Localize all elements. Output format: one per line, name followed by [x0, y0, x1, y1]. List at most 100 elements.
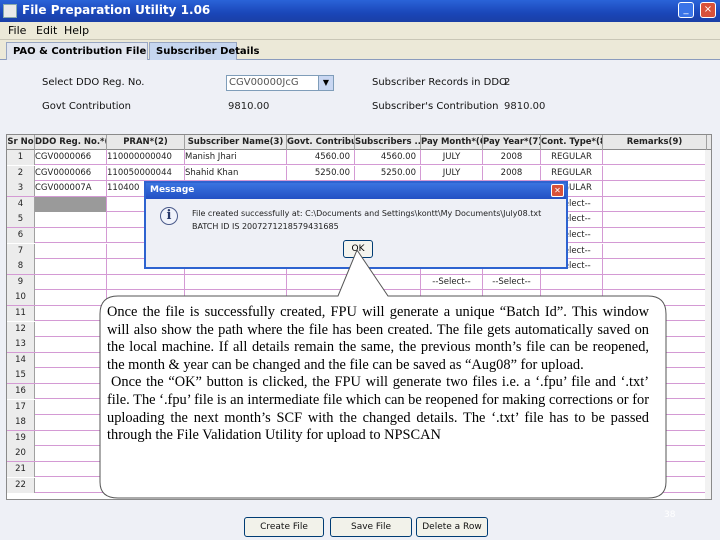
chevron-down-icon[interactable]: ▼	[318, 76, 333, 90]
table-cell[interactable]	[355, 274, 421, 290]
table-cell[interactable]	[603, 165, 707, 181]
dialog-close-icon[interactable]: ✕	[551, 184, 564, 197]
table-cell[interactable]: 110050000044	[107, 165, 185, 181]
table-cell[interactable]	[35, 415, 107, 431]
minimize-button[interactable]: _	[678, 2, 694, 18]
table-cell[interactable]: Shahid Khan	[185, 165, 287, 181]
column-header[interactable]: DDO Reg. No.*(1)	[35, 135, 107, 150]
table-cell[interactable]	[35, 446, 107, 462]
table-cell[interactable]	[603, 274, 707, 290]
subscriber-form: Select DDO Reg. No. CGV00000JcG ▼ Govt C…	[0, 61, 720, 131]
table-cell[interactable]: --Select--	[421, 274, 483, 290]
table-cell[interactable]	[603, 150, 707, 165]
table-cell[interactable]: CGV000007A	[35, 181, 107, 197]
menu-file[interactable]: File	[8, 24, 26, 37]
column-header[interactable]: Subscribers ...	[355, 135, 421, 150]
table-cell[interactable]	[35, 274, 107, 290]
table-cell[interactable]	[35, 290, 107, 306]
close-button[interactable]: ×	[700, 2, 716, 18]
menu-edit[interactable]: Edit	[36, 24, 57, 37]
table-cell[interactable]: REGULAR	[541, 150, 603, 165]
column-header[interactable]: Cont. Type*(8)	[541, 135, 603, 150]
table-cell[interactable]: CGV0000066	[35, 150, 107, 165]
delete-row-button[interactable]: Delete a Row	[416, 517, 488, 537]
table-row[interactable]: 9 --Select-- --Select--	[7, 274, 711, 291]
dialog-message-line1: File created successfully at: C:\Documen…	[192, 209, 542, 218]
table-cell[interactable]: 4560.00	[355, 150, 421, 165]
table-cell[interactable]: 5250.00	[355, 165, 421, 181]
page-number: 38	[664, 510, 676, 520]
table-cell[interactable]: 2008	[483, 165, 541, 181]
table-cell[interactable]: JULY	[421, 165, 483, 181]
table-cell[interactable]	[603, 212, 707, 228]
row-number: 17	[7, 399, 35, 415]
table-cell[interactable]	[35, 430, 107, 446]
table-cell[interactable]	[603, 196, 707, 212]
subscriber-contribution-label: Subscriber's Contribution	[372, 101, 499, 112]
table-cell[interactable]	[603, 259, 707, 275]
table-cell[interactable]: 2008	[483, 150, 541, 165]
row-number: 5	[7, 212, 35, 228]
row-number: 1	[7, 150, 35, 165]
row-number: 22	[7, 477, 35, 493]
table-cell[interactable]	[603, 181, 707, 197]
table-cell[interactable]	[35, 352, 107, 368]
table-row[interactable]: 1 CGV0000066 110000000040 Manish Jhari 4560.…	[7, 150, 711, 166]
column-header[interactable]: Pay Month*(6)	[421, 135, 483, 150]
table-cell[interactable]	[35, 477, 107, 493]
ddo-label: Select DDO Reg. No.	[42, 77, 145, 88]
table-cell[interactable]	[35, 212, 107, 228]
table-cell[interactable]	[35, 368, 107, 384]
column-header[interactable]: Pay Year*(7)	[483, 135, 541, 150]
table-cell[interactable]	[603, 228, 707, 243]
callout-paragraph-1: Once the file is successfully created, F…	[107, 304, 649, 373]
column-header[interactable]: Govt. Contribu...	[287, 135, 355, 150]
app-window: File Preparation Utility 1.06 _ □ × File…	[0, 0, 720, 540]
table-cell[interactable]	[107, 274, 185, 290]
table-cell[interactable]	[35, 399, 107, 415]
column-header[interactable]: PRAN*(2)	[107, 135, 185, 150]
table-cell[interactable]: 5250.00	[287, 165, 355, 181]
table-cell[interactable]	[35, 321, 107, 337]
column-header[interactable]: Remarks(9)	[603, 135, 707, 150]
table-cell[interactable]: REGULAR	[541, 165, 603, 181]
column-header[interactable]: Subscriber Name(3)	[185, 135, 287, 150]
callout-paragraph-2: Once the “OK” button is clicked, the FPU…	[107, 374, 649, 444]
create-file-button[interactable]: Create File	[244, 517, 324, 537]
table-cell[interactable]	[35, 228, 107, 243]
row-number: 3	[7, 181, 35, 197]
info-icon: i	[160, 207, 178, 225]
row-number: 19	[7, 430, 35, 446]
table-cell[interactable]	[35, 196, 107, 212]
table-cell[interactable]	[35, 306, 107, 321]
menu-help[interactable]: Help	[64, 24, 89, 37]
table-cell[interactable]	[287, 274, 355, 290]
table-cell[interactable]	[35, 337, 107, 353]
tab-pao-contribution[interactable]: PAO & Contribution File Details	[6, 42, 189, 60]
title-bar: File Preparation Utility 1.06 _ □ ×	[0, 0, 720, 22]
table-cell[interactable]	[35, 243, 107, 259]
ddo-select[interactable]: CGV00000JcG ▼	[226, 75, 334, 91]
ok-button[interactable]: OK	[343, 240, 373, 258]
table-cell[interactable]: Manish Jhari	[185, 150, 287, 165]
govt-contribution-label: Govt Contribution	[42, 101, 131, 112]
table-cell[interactable]	[541, 274, 603, 290]
table-scrollbar[interactable]	[705, 150, 711, 499]
table-cell[interactable]: --Select--	[483, 274, 541, 290]
table-cell[interactable]: CGV0000066	[35, 165, 107, 181]
column-header[interactable]: Sr No	[7, 135, 35, 150]
save-file-button[interactable]: Save File	[330, 517, 412, 537]
table-cell[interactable]: 110000000040	[107, 150, 185, 165]
window-title: File Preparation Utility 1.06	[22, 3, 211, 17]
tab-subscriber-details[interactable]: Subscriber Details	[149, 42, 260, 60]
table-cell[interactable]	[35, 259, 107, 275]
table-cell[interactable]: 4560.00	[287, 150, 355, 165]
dialog-title: Message	[150, 185, 195, 195]
table-cell[interactable]	[35, 384, 107, 399]
table-cell[interactable]: JULY	[421, 150, 483, 165]
table-cell[interactable]	[603, 243, 707, 259]
table-cell[interactable]	[185, 274, 287, 290]
row-number: 15	[7, 368, 35, 384]
table-cell[interactable]	[35, 462, 107, 477]
table-row[interactable]: 2 CGV0000066 110050000044 Shahid Khan 5250.0…	[7, 165, 711, 181]
